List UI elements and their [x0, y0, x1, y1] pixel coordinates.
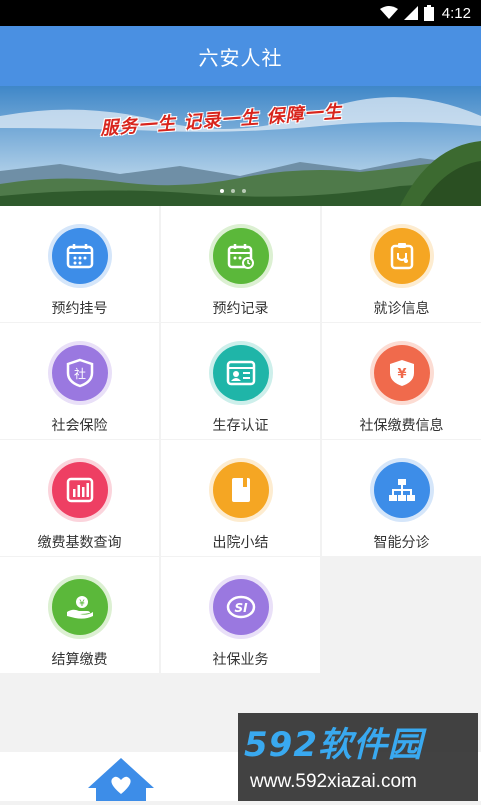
si-logo-icon: SI	[212, 579, 269, 635]
tile-payment-info[interactable]: ¥ 社保缴费信息	[322, 323, 481, 439]
svg-text:¥: ¥	[79, 599, 85, 609]
bar-chart-icon	[51, 462, 108, 518]
book-icon	[212, 462, 269, 518]
app-header: 六安人社	[0, 26, 481, 86]
svg-text:社: 社	[73, 366, 85, 381]
tile-label: 社保缴费信息	[359, 418, 444, 434]
tile-label: 预约挂号	[51, 301, 108, 317]
yuan-shield-icon: ¥	[373, 345, 430, 401]
tile-social-insurance[interactable]: 社 社会保险	[0, 323, 159, 439]
svg-text:¥: ¥	[397, 367, 406, 382]
watermark: 592软件园 www.592xiazai.com	[238, 713, 478, 801]
status-bar: 4:12	[0, 0, 481, 26]
id-card-icon	[212, 345, 269, 401]
tile-label: 社会保险	[51, 418, 108, 434]
tile-social-security-business[interactable]: SI 社保业务	[161, 557, 320, 673]
tile-settlement-payment[interactable]: ¥ 结算缴费	[0, 557, 159, 673]
tile-label: 社保业务	[212, 652, 269, 668]
tile-label: 预约记录	[212, 301, 269, 317]
stethoscope-icon	[373, 228, 430, 284]
wifi-icon	[379, 6, 398, 20]
tile-label: 缴费基数查询	[37, 535, 122, 551]
tile-appointment-records[interactable]: 预约记录	[161, 206, 320, 322]
org-chart-icon	[373, 462, 430, 518]
tile-smart-triage[interactable]: 智能分诊	[322, 440, 481, 556]
insurance-shield-icon: 社	[51, 345, 108, 401]
page-title: 六安人社	[198, 45, 283, 70]
tile-visit-info[interactable]: 就诊信息	[322, 206, 481, 322]
battery-icon	[423, 5, 434, 21]
tile-appointment[interactable]: 预约挂号	[0, 206, 159, 322]
tile-label: 出院小结	[212, 535, 269, 551]
signal-icon	[403, 6, 418, 20]
tile-label: 生存认证	[212, 418, 269, 434]
tile-label: 智能分诊	[373, 535, 430, 551]
tile-discharge-summary[interactable]: 出院小结	[161, 440, 320, 556]
svg-text:SI: SI	[234, 601, 248, 615]
banner-image[interactable]: 服务一生 记录一生 保障一生	[0, 86, 481, 206]
calendar-check-icon	[212, 228, 269, 284]
watermark-url: www.592xiazai.com	[250, 771, 417, 792]
tile-label: 就诊信息	[373, 301, 430, 317]
clock-time: 4:12	[441, 4, 471, 22]
hand-coin-icon: ¥	[51, 579, 108, 635]
home-icon[interactable]	[86, 754, 156, 801]
tile-label: 结算缴费	[51, 652, 108, 668]
calendar-icon	[51, 228, 108, 284]
tile-survival-cert[interactable]: 生存认证	[161, 323, 320, 439]
tile-base-query[interactable]: 缴费基数查询	[0, 440, 159, 556]
watermark-brand: 592软件园	[244, 725, 423, 765]
